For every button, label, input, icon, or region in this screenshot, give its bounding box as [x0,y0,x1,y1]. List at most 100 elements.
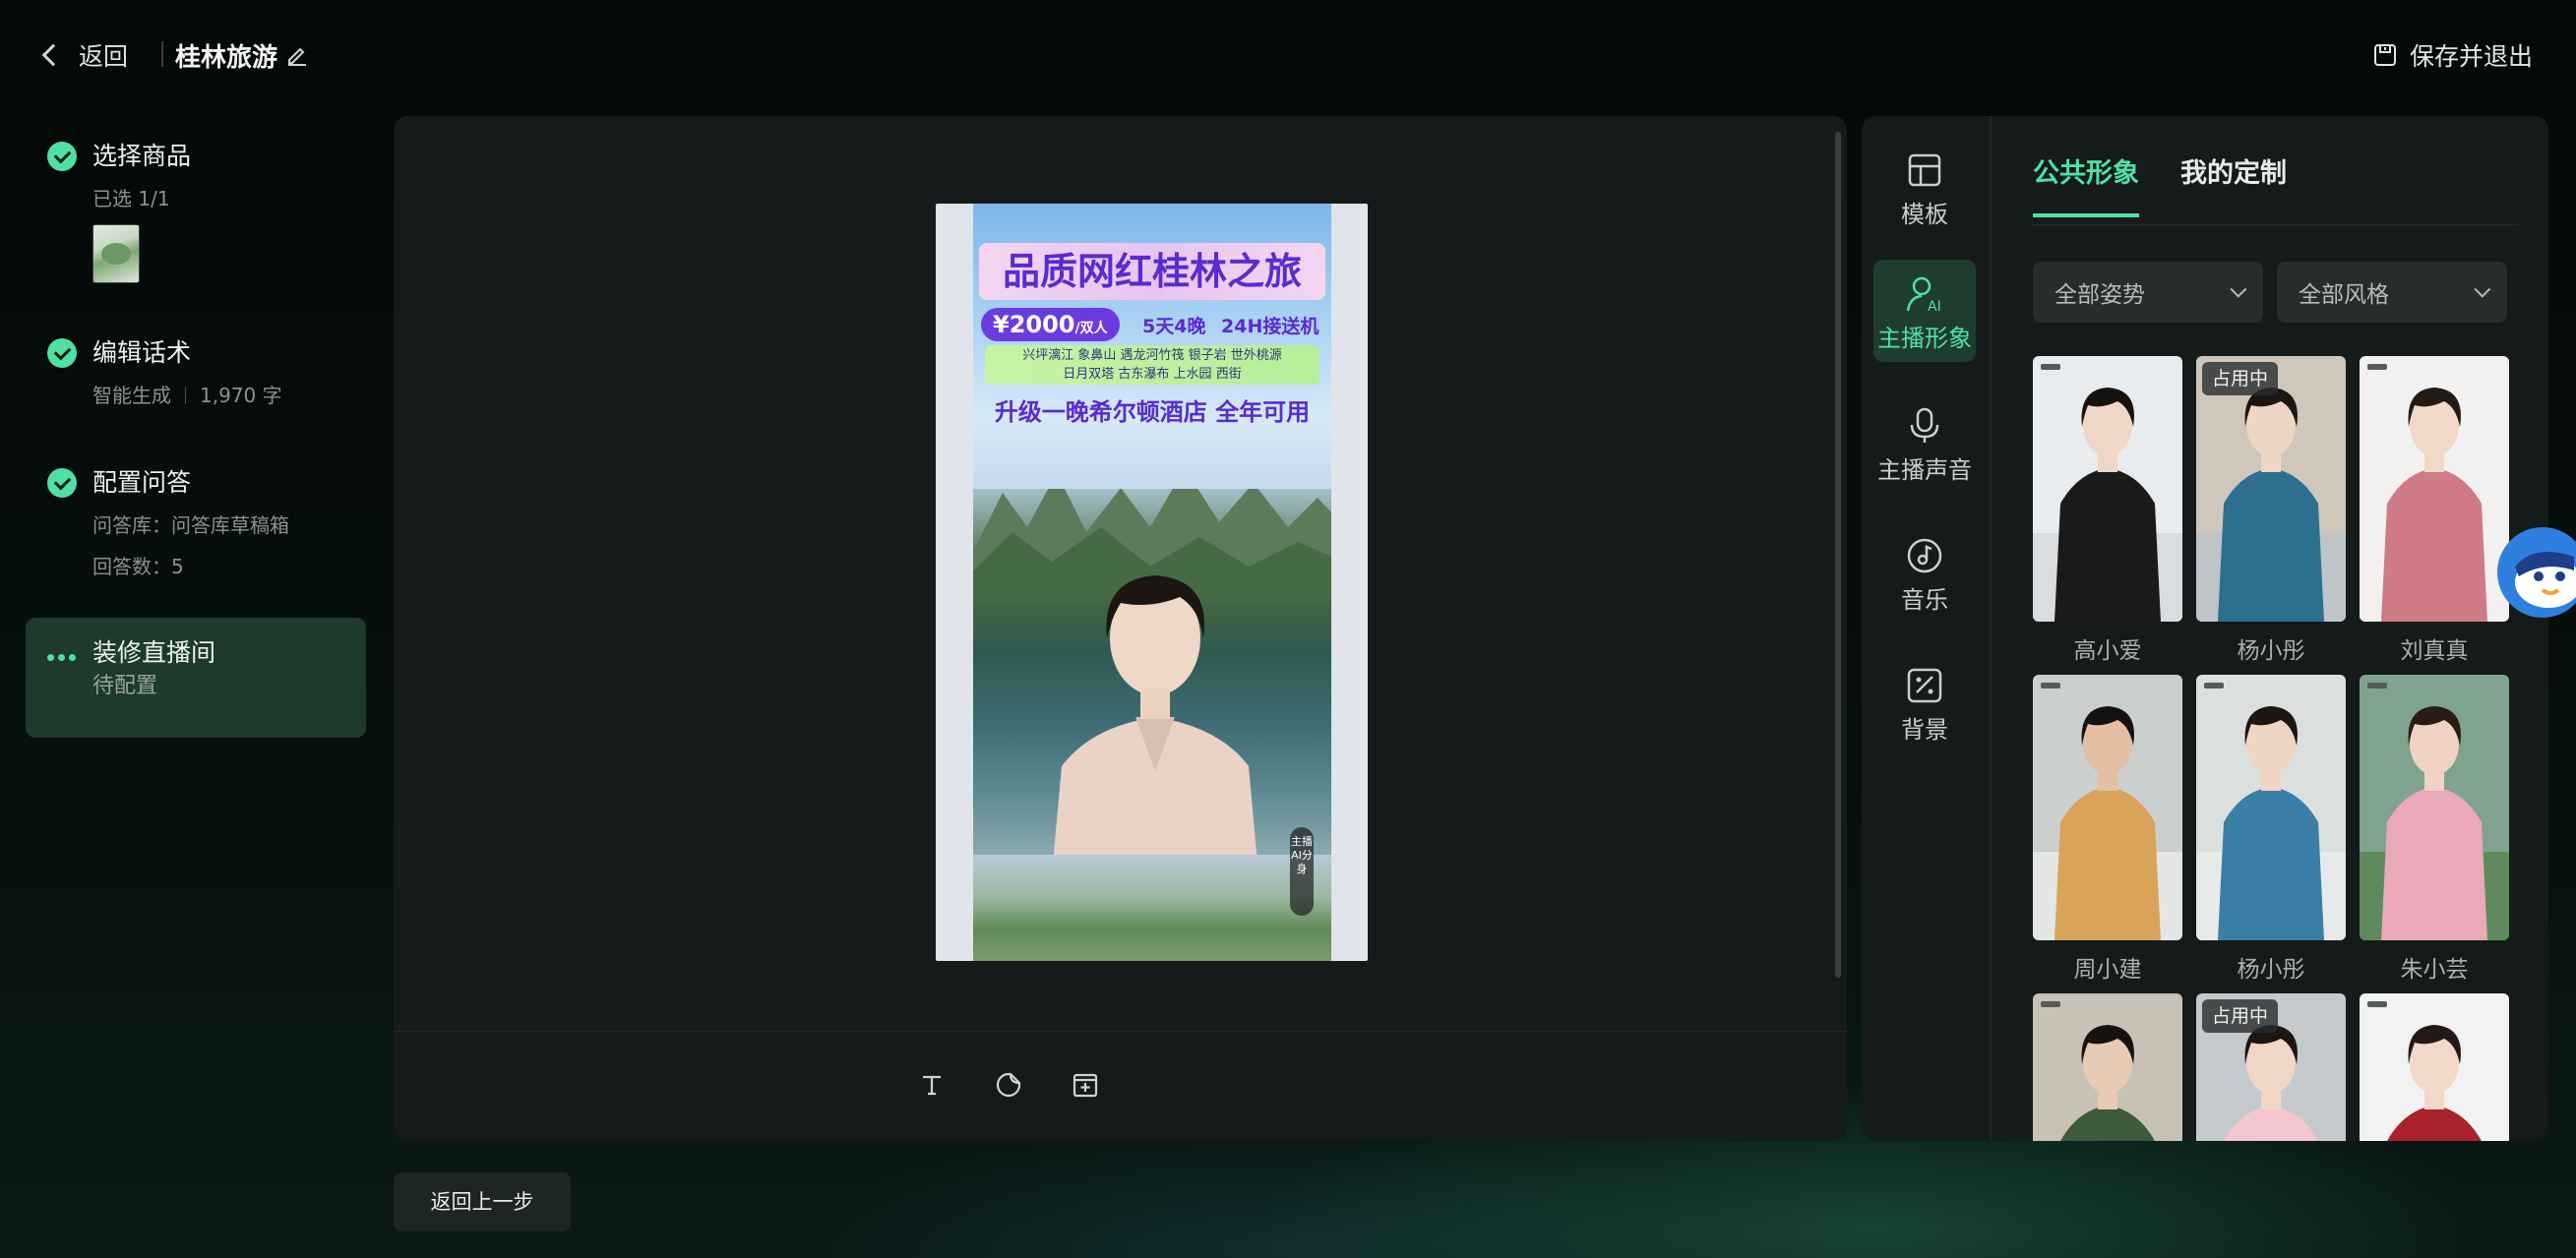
card-corner-mark [2367,683,2387,689]
rail-label: 背景 [1901,716,1948,744]
in-progress-dots-icon [47,654,76,661]
promo-poster[interactable]: 品质网红桂林之旅 ¥2000/双人 5天4晚 24H接送机 兴坪漓江 象鼻山 遇… [973,204,1331,489]
in-use-badge: 占用中 [2202,999,2279,1033]
avatar-card[interactable]: 朱小芸 [2360,675,2509,984]
poster-price: ¥2000/双人 [981,308,1120,341]
avatar-thumbnail [2033,993,2182,1141]
avatar-thumbnail [2033,356,2182,622]
step-title: 编辑话术 [92,338,192,367]
sub-divider [185,387,186,404]
avatar-figure-image [2360,706,2509,940]
rail-item-avatar[interactable]: AI 主播形象 [1873,260,1976,362]
preview-content: 主播AI分身 品质网红桂林之旅 ¥2000/双人 5天4晚 24H接送机 兴坪漓… [973,204,1331,961]
step-title: 配置问答 [92,468,192,497]
rail-item-background[interactable]: 背景 [1873,651,1976,753]
text-icon [923,1075,941,1096]
rail-item-voice[interactable]: 主播声音 [1873,391,1976,494]
card-corner-mark [2041,364,2060,370]
step-subtitle: 智能生成 1,970 字 [92,382,366,409]
save-exit-button[interactable]: 保存并退出 [2372,35,2533,75]
avatar-card[interactable] [2360,993,2509,1141]
avatar-card[interactable]: 杨小彤 [2196,675,2346,984]
avatar-name: 刘真真 [2400,638,2469,664]
avatar-figure-image [2060,1025,2155,1141]
previous-step-button[interactable]: 返回上一步 [394,1172,571,1231]
step-decorate-room[interactable]: 装修直播间 待配置 [26,618,366,738]
project-title: 桂林旅游 [175,43,278,73]
style-filter-select[interactable]: 全部风格 [2277,262,2507,323]
qa-library: 问答库：问答库草稿箱 [92,513,289,537]
avatar-card[interactable]: 高小爱 [2033,356,2182,665]
qa-answer-count: 回答数：5 [92,555,184,578]
chevron-down-icon [2474,280,2491,298]
step-subtitle: 已选 1/1 [92,187,170,210]
add-sticker-button[interactable] [992,1068,1025,1102]
music-icon [1907,538,1942,573]
canvas-toolbar [915,1068,1102,1102]
tab-my-custom[interactable]: 我的定制 [2180,151,2287,217]
svg-text:AI: AI [1928,299,1941,315]
rail-item-music[interactable]: 音乐 [1873,521,1976,624]
avatar-card[interactable]: 刘真真 [2360,356,2509,665]
avatar-thumbnail: 占用中 [2196,356,2346,622]
step-title: 选择商品 [92,142,192,170]
avatar-thumbnail [2360,356,2509,622]
avatar-ai-icon: AI [1906,276,1941,315]
avatar-thumbnail: 占用中 [2196,993,2346,1141]
canvas-scrollbar[interactable] [1835,132,1841,978]
landscape-strip-image [973,855,1331,961]
step-edit-script[interactable]: 编辑话术 智能生成 1,970 字 [26,325,366,454]
card-corner-mark [2367,364,2387,370]
avatar-card[interactable]: 占用中 [2196,993,2346,1141]
script-word-count: 1,970 字 [200,384,282,407]
assistant-mascot-icon[interactable] [2495,521,2576,629]
style-filter-value: 全部风格 [2299,282,2389,308]
live-room-preview[interactable]: 主播AI分身 品质网红桂林之旅 ¥2000/双人 5天4晚 24H接送机 兴坪漓… [936,204,1368,961]
avatar-thumbnail [2360,993,2509,1141]
check-circle-icon [47,338,77,368]
spots-line-2: 日月双塔 古东瀑布 上水园 西街 [1063,367,1242,382]
avatar-figure-image [2196,706,2346,940]
save-exit-label: 保存并退出 [2409,42,2533,71]
poster-headline: 品质网红桂林之旅 [979,243,1325,300]
pose-filter-select[interactable]: 全部姿势 [2033,262,2263,323]
tab-public-avatars[interactable]: 公共形象 [2033,151,2139,217]
in-use-badge: 占用中 [2202,362,2279,395]
avatar-figure-image [2387,1025,2482,1141]
config-panel: 模板 AI 主播形象 主播声音 音乐 背景 公共形象 我的定制 全部姿势 全部风… [1862,116,2548,1141]
avatar-thumbnail [2033,675,2182,940]
preview-scene: 主播AI分身 [973,434,1331,961]
step-select-product[interactable]: 选择商品 已选 1/1 [26,128,366,325]
poster-spots: 兴坪漓江 象鼻山 遇龙河竹筏 银子岩 世外桃源 日月双塔 古东瀑布 上水园 西街 [985,345,1319,385]
step-sidebar: 选择商品 已选 1/1 编辑话术 智能生成 1,970 字 配置问答 问答库：问答… [26,128,366,738]
spots-line-1: 兴坪漓江 象鼻山 遇龙河竹筏 银子岩 世外桃源 [1022,348,1282,363]
avatar-card[interactable]: 占用中杨小彤 [2196,356,2346,665]
config-rail: 模板 AI 主播形象 主播声音 音乐 背景 [1862,116,1992,1141]
step-subtitle: 待配置 [92,674,158,698]
add-image-button[interactable] [1069,1068,1102,1102]
avatar-name: 杨小彤 [2237,638,2305,664]
price-unit: /双人 [1074,321,1108,336]
avatar-name: 杨小彤 [2237,957,2305,983]
check-circle-icon [47,142,77,171]
card-corner-mark [2367,1001,2387,1007]
avatar-card[interactable] [2033,993,2182,1141]
add-box-icon [1073,1073,1098,1098]
rail-label: 主播声音 [1877,456,1972,484]
back-label: 返回 [79,42,129,71]
background-icon [1907,668,1942,703]
avatar-figure-image [2360,388,2509,622]
product-thumbnail[interactable] [92,224,140,283]
rail-item-template[interactable]: 模板 [1873,136,1976,238]
back-button[interactable]: 返回 [41,35,129,75]
check-circle-icon [47,468,77,498]
edit-pencil-icon[interactable] [285,43,309,67]
avatar-thumbnail [2196,675,2346,940]
avatar-card[interactable]: 周小建 [2033,675,2182,984]
step-config-qa[interactable]: 配置问答 问答库：问答库草稿箱 回答数：5 [26,454,366,616]
pose-filter-value: 全部姿势 [2055,282,2145,308]
add-text-button[interactable] [915,1068,949,1102]
rail-label: 模板 [1901,201,1948,228]
top-divider [161,41,163,67]
save-icon [2373,44,2396,66]
